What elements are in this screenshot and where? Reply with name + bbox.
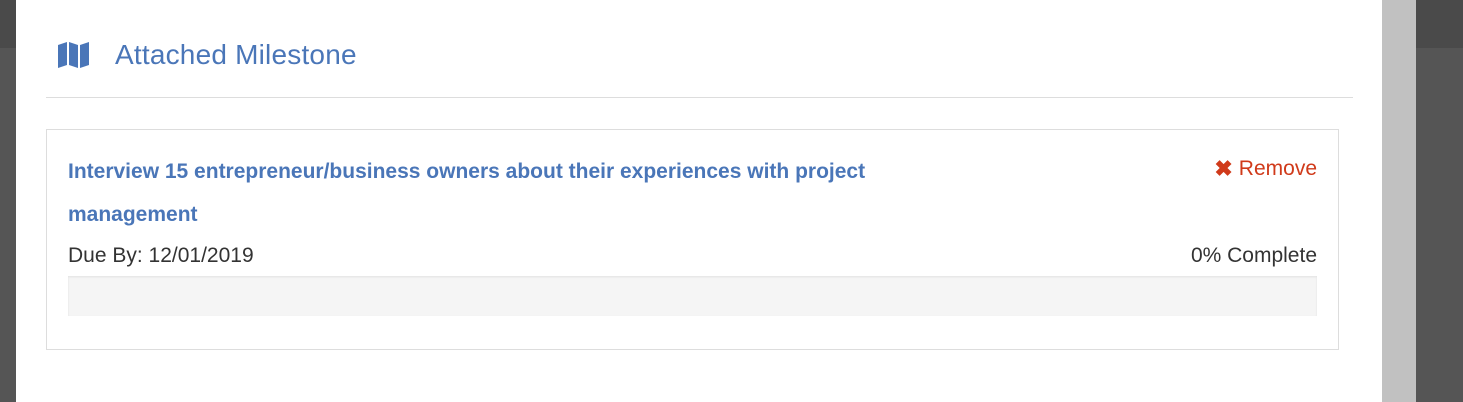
milestone-card: Interview 15 entrepreneur/business owner… — [46, 129, 1339, 350]
section-divider — [46, 97, 1353, 98]
modal-backdrop-left — [0, 0, 16, 402]
milestone-title[interactable]: Interview 15 entrepreneur/business owner… — [68, 150, 898, 236]
section-title: Attached Milestone — [115, 39, 357, 70]
backdrop-panel — [1416, 48, 1463, 402]
section-header: Attached Milestone — [54, 30, 357, 80]
completion-label: 0% Complete — [1190, 244, 1317, 267]
backdrop-panel — [0, 48, 16, 402]
modal-dialog: Attached Milestone Interview 15 entrepre… — [16, 0, 1382, 402]
remove-button[interactable]: ✖ Remove — [1214, 157, 1317, 181]
modal-scrollbar[interactable] — [1382, 0, 1416, 402]
progress-bar — [68, 276, 1317, 316]
close-icon: ✖ — [1214, 156, 1233, 181]
map-icon — [54, 40, 94, 70]
due-date-label: Due By: 12/01/2019 — [68, 244, 254, 267]
remove-label: Remove — [1238, 157, 1317, 180]
modal-backdrop-right — [1416, 0, 1463, 402]
